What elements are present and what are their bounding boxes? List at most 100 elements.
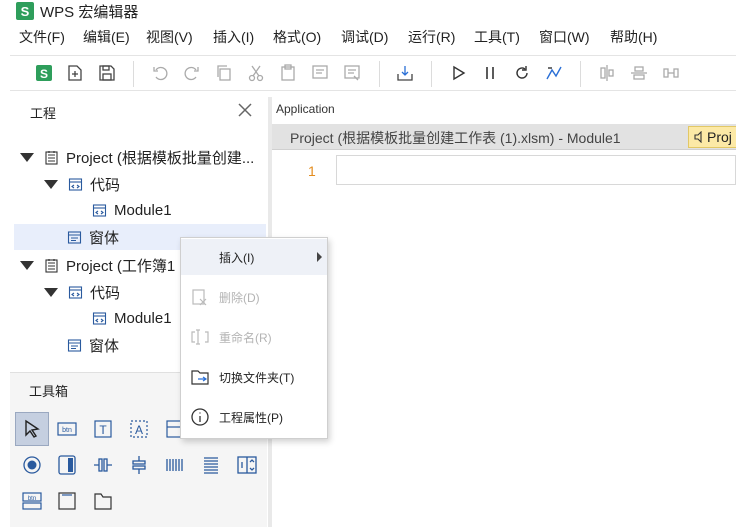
option-button-icon[interactable] [15,448,49,482]
tree-item-label: Module1 [114,309,172,327]
folder-switch-icon [191,370,209,385]
svg-text:btn: btn [28,496,36,502]
label-icon[interactable]: T [86,412,120,446]
scrollbar-h-icon[interactable] [86,448,120,482]
code-folder-icon [68,285,83,299]
design-mode-icon[interactable] [545,64,563,82]
code-editor: Application Project (根据模板批量创建工作表 (1).xls… [272,97,736,527]
delete-icon [192,289,207,306]
tree-item-form-folder[interactable]: 窗体 [67,332,119,358]
pointer-icon[interactable] [15,412,49,446]
code-input[interactable] [336,155,736,185]
menu-item-label: 删除(D) [219,290,260,305]
menu-edit[interactable]: 编辑(E) [83,27,130,47]
comment-icon[interactable] [311,64,329,82]
tree-item-label: Module1 [114,201,172,219]
module-icon [92,203,107,217]
wps-logo-icon[interactable]: S [35,64,53,82]
pause-icon[interactable] [481,64,499,82]
menu-item-label: 插入(I) [219,250,255,265]
tree-item-label: 窗体 [89,229,120,247]
import-icon[interactable] [396,64,414,82]
menu-format[interactable]: 格式(O) [273,27,321,47]
save-icon[interactable] [98,64,116,82]
align-center-icon[interactable] [598,64,616,82]
info-icon [191,408,209,426]
toolbar-separator [431,61,432,87]
redo-icon[interactable] [183,64,201,82]
menu-item-insert[interactable]: 插入(I) [181,239,327,275]
tree-item-label: 窗体 [89,337,120,355]
undo-icon[interactable] [151,64,169,82]
button-tool-icon[interactable]: btn [15,484,49,518]
tab-strip: Project (根据模板批量创建工作表 (1).xlsm) - Module1… [272,124,736,150]
menu-bar: 文件(F) 编辑(E) 视图(V) 插入(I) 格式(O) 调试(D) 运行(R… [0,25,736,49]
menu-debug[interactable]: 调试(D) [341,27,388,47]
project-icon [45,150,58,165]
form-folder-icon [67,230,82,244]
menu-item-delete[interactable]: 删除(D) [181,279,327,315]
toolbar: S [10,55,736,91]
menu-item-rename[interactable]: 重命名(R) [181,319,327,355]
object-label: Application [276,102,335,116]
tree-item-project-2[interactable]: Project (工作簿1 [20,252,175,278]
svg-text:T: T [99,423,107,437]
uncomment-icon[interactable] [343,64,361,82]
run-icon[interactable] [449,64,467,82]
chevron-right-icon [317,252,322,262]
cut-icon[interactable] [247,64,265,82]
tree-item-label: Project (工作簿1 [66,257,176,275]
align-middle-icon[interactable] [630,64,648,82]
paste-icon[interactable] [279,64,297,82]
toggle-button-icon[interactable] [50,448,84,482]
reset-icon[interactable] [513,64,531,82]
menu-tools[interactable]: 工具(T) [474,27,520,47]
project-icon [45,258,58,273]
tree-item-project-1[interactable]: Project (根据模板批量创建... [20,144,254,170]
menu-run[interactable]: 运行(R) [408,27,455,47]
tab-procedure[interactable]: Proj [688,126,736,148]
menu-file[interactable]: 文件(F) [19,27,65,47]
rename-icon [191,329,209,345]
menu-item-label: 切换文件夹(T) [219,370,295,385]
expand-arrow-icon[interactable] [44,179,58,189]
expand-arrow-icon[interactable] [20,260,34,270]
expand-arrow-icon[interactable] [20,152,34,162]
code-folder-icon [68,177,83,191]
svg-text:S: S [40,67,48,81]
text-field-icon[interactable] [50,484,84,518]
slider-icon[interactable] [158,448,192,482]
line-number: 1 [308,163,316,179]
speaker-icon [694,131,702,143]
tree-item-label: 代码 [90,284,121,302]
expand-arrow-icon[interactable] [44,287,58,297]
distribute-icon[interactable] [662,64,680,82]
tree-item-module[interactable]: Module1 [92,197,172,223]
close-icon[interactable] [236,101,254,119]
tab-module1[interactable]: Project (根据模板批量创建工作表 (1).xlsm) - Module1 [290,128,621,148]
menu-help[interactable]: 帮助(H) [610,27,657,47]
toolbox-title: 工具箱 [29,384,69,399]
menu-item-toggle-folders[interactable]: 切换文件夹(T) [181,359,327,395]
menu-item-project-properties[interactable]: 工程属性(P) [181,399,327,435]
svg-text:btn: btn [62,427,72,434]
menu-insert[interactable]: 插入(I) [213,27,254,47]
wps-app-logo-icon: S [16,2,34,20]
textbox-icon[interactable]: A [122,412,156,446]
spin-button-icon[interactable] [230,448,264,482]
copy-icon[interactable] [215,64,233,82]
menu-window[interactable]: 窗口(W) [539,27,590,47]
form-folder-icon [67,338,82,352]
command-button-icon[interactable]: btn [50,412,84,446]
project-panel-title: 工程 [30,106,57,121]
tree-item-code-folder[interactable]: 代码 [44,279,120,305]
menu-item-label: 重命名(R) [219,330,272,345]
image-icon[interactable] [194,448,228,482]
tree-item-module[interactable]: Module1 [92,305,172,331]
new-module-icon[interactable] [66,64,84,82]
menu-item-label: 工程属性(P) [219,410,283,425]
tree-item-code-folder[interactable]: 代码 [44,171,120,197]
folder-tool-icon[interactable] [86,484,120,518]
menu-view[interactable]: 视图(V) [146,27,193,47]
scrollbar-v-icon[interactable] [122,448,156,482]
